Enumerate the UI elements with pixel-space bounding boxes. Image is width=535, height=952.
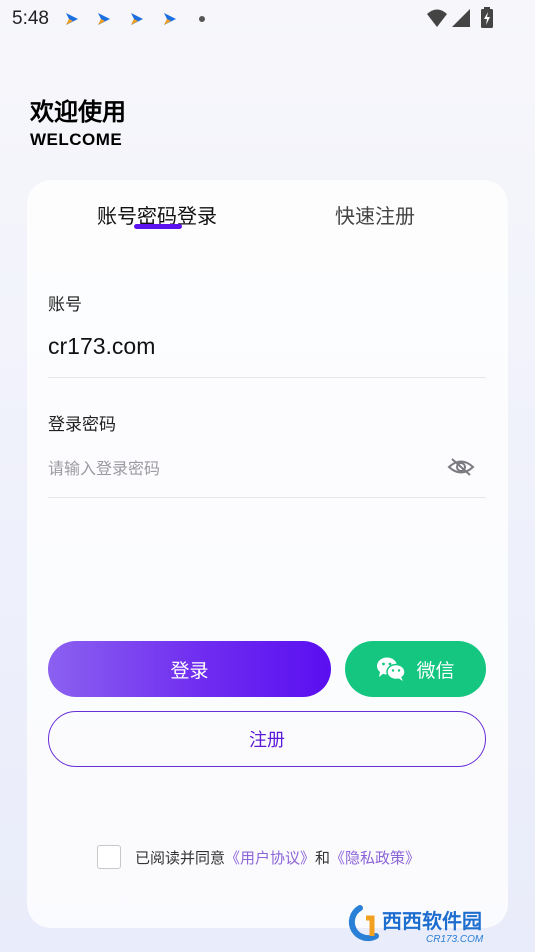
wechat-icon <box>377 657 407 681</box>
more-notifications-dot <box>199 16 205 22</box>
watermark-url: CR173.COM <box>426 934 484 945</box>
login-button[interactable]: 登录 <box>48 641 331 697</box>
agreement-checkbox[interactable] <box>97 845 121 869</box>
account-label: 账号 <box>48 295 82 315</box>
status-time: 5:48 <box>12 8 49 29</box>
arrow-notification-icon <box>66 13 78 25</box>
login-card: 账号密码登录 快速注册 账号 cr173.com 登录密码 登录 微信 注册 已… <box>27 180 508 928</box>
arrow-notification-icon <box>164 13 176 25</box>
agreement-prefix: 已阅读并同意 <box>135 848 226 867</box>
wechat-login-button[interactable]: 微信 <box>345 641 486 697</box>
watermark-logo: 西西软件园 CR173.COM <box>338 902 518 946</box>
account-divider <box>48 377 486 378</box>
wifi-icon <box>427 9 447 27</box>
arrow-notification-icon <box>131 13 143 25</box>
active-tab-indicator <box>134 224 182 229</box>
signal-icon <box>452 9 470 27</box>
welcome-subtitle: WELCOME <box>30 130 123 149</box>
eye-hidden-icon[interactable] <box>447 457 475 477</box>
account-input[interactable]: cr173.com <box>48 333 155 360</box>
agreement-and: 和 <box>315 848 331 867</box>
privacy-policy-link[interactable]: 《隐私政策》 <box>330 847 420 868</box>
wechat-button-label: 微信 <box>416 659 455 682</box>
status-bar: 5:48 <box>0 0 535 38</box>
password-divider <box>48 497 486 498</box>
register-button[interactable]: 注册 <box>48 711 486 767</box>
battery-charging-icon <box>481 7 493 28</box>
tab-quick-register[interactable]: 快速注册 <box>335 200 415 229</box>
password-label: 登录密码 <box>48 415 116 435</box>
password-input[interactable] <box>48 453 438 483</box>
arrow-notification-icon <box>98 13 110 25</box>
agreement-row: 已阅读并同意 《用户协议》 和 《隐私政策》 <box>97 845 420 869</box>
welcome-title: 欢迎使用 <box>30 98 126 126</box>
watermark-name: 西西软件园 <box>382 909 482 933</box>
user-agreement-link[interactable]: 《用户协议》 <box>225 847 315 868</box>
watermark-logo-icon: 西西软件园 CR173.COM <box>348 905 484 945</box>
